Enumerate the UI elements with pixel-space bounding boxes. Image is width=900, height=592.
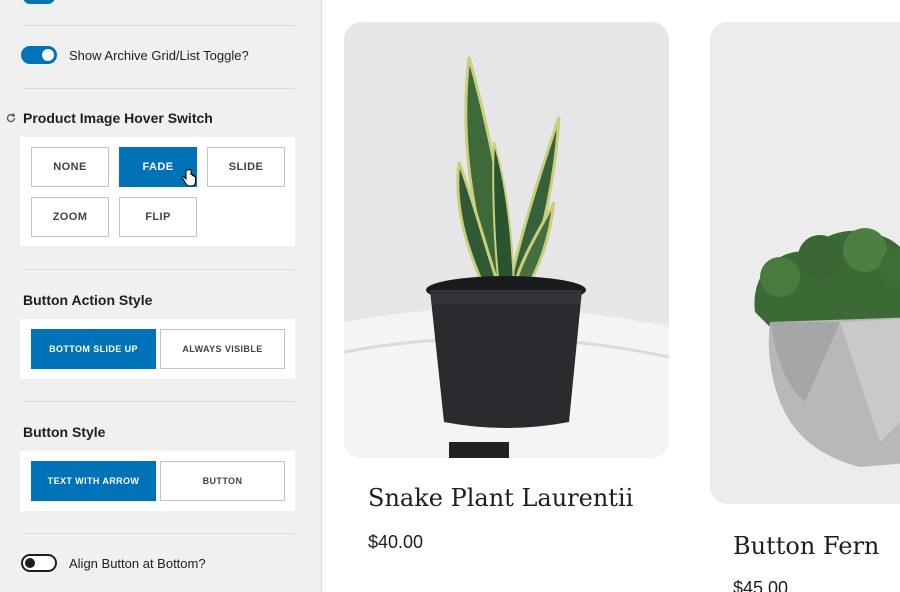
divider: [23, 88, 295, 89]
previous-toggle[interactable]: [23, 0, 55, 4]
hover-option-zoom[interactable]: ZOOM: [31, 197, 109, 237]
hover-option-flip[interactable]: FLIP: [119, 197, 197, 237]
product-title[interactable]: Button Fern: [733, 532, 879, 560]
align-button-toggle-label: Align Button at Bottom?: [69, 555, 206, 571]
button-style-title: Button Style: [23, 424, 106, 440]
product-price: $45.00: [733, 578, 789, 592]
hover-option-slide[interactable]: SLIDE: [207, 147, 285, 187]
product-title[interactable]: Snake Plant Laurentii: [368, 484, 633, 512]
archive-toggle-label: Show Archive Grid/List Toggle?: [69, 47, 249, 63]
divider: [23, 401, 295, 402]
customizer-sidebar: Show Archive Grid/List Toggle? Product I…: [0, 0, 322, 592]
reset-icon[interactable]: [5, 112, 17, 124]
action-option-always-visible[interactable]: ALWAYS VISIBLE: [160, 329, 285, 369]
button-action-style-title: Button Action Style: [23, 292, 153, 308]
archive-toggle-switch[interactable]: [21, 46, 57, 64]
align-button-toggle-switch[interactable]: [21, 554, 57, 572]
button-fern-illustration: [710, 22, 900, 504]
hover-switch-title: Product Image Hover Switch: [23, 110, 213, 126]
snake-plant-illustration: [344, 22, 669, 458]
divider: [23, 269, 295, 270]
product-price: $40.00: [368, 532, 424, 552]
hand-cursor-icon: [181, 168, 196, 187]
hover-option-none[interactable]: NONE: [31, 147, 109, 187]
product-image-button-fern[interactable]: [710, 22, 900, 504]
product-image-snake-plant[interactable]: [344, 22, 669, 458]
style-option-button[interactable]: BUTTON: [160, 461, 285, 501]
divider: [23, 25, 295, 26]
align-button-toggle-row[interactable]: Align Button at Bottom?: [21, 554, 206, 572]
archive-toggle-row[interactable]: Show Archive Grid/List Toggle?: [21, 46, 249, 64]
style-option-text-with-arrow[interactable]: TEXT WITH ARROW: [31, 461, 156, 501]
divider: [23, 533, 295, 534]
action-option-bottom-slide-up[interactable]: BOTTOM SLIDE UP: [31, 329, 156, 369]
